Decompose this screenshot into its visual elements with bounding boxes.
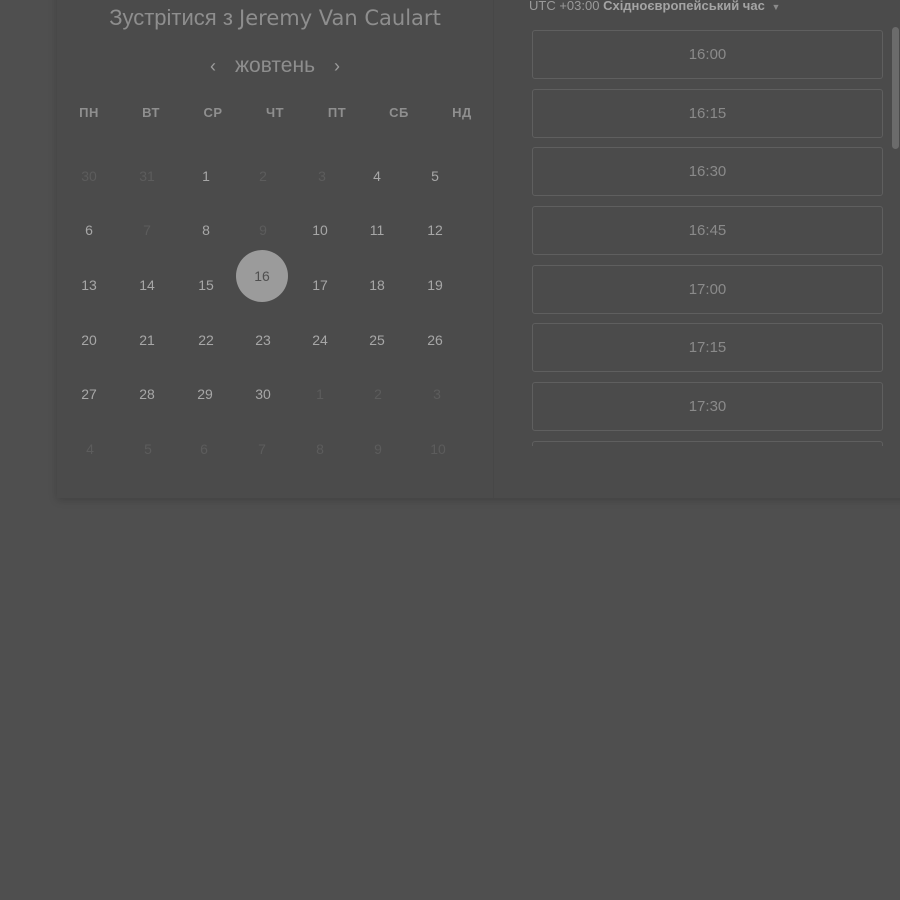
calendar-day[interactable]: 6 bbox=[69, 220, 109, 240]
month-navigation: ‹ жовтень › bbox=[57, 54, 493, 78]
calendar-day: 8 bbox=[316, 441, 324, 457]
booking-panel: Зустрітися з Jeremy Van Caulart ‹ жовтен… bbox=[57, 0, 900, 498]
time-slot[interactable] bbox=[532, 441, 883, 446]
chevron-right-icon[interactable]: › bbox=[325, 56, 349, 77]
weekday-thu: ЧТ bbox=[265, 105, 285, 120]
selected-day[interactable]: 16 bbox=[236, 250, 288, 302]
calendar-day[interactable]: 30 bbox=[243, 384, 283, 404]
calendar-day: 3 bbox=[318, 168, 326, 184]
title-prefix: Зустрітися з bbox=[109, 5, 233, 30]
calendar-day[interactable]: 12 bbox=[415, 220, 455, 240]
timezone-offset: UTC +03:00 bbox=[529, 0, 600, 13]
host-name: Jeremy Van Caulart bbox=[239, 6, 441, 30]
time-slot[interactable]: 16:45 bbox=[532, 206, 883, 255]
time-slot[interactable]: 17:00 bbox=[532, 265, 883, 314]
calendar-day: 2 bbox=[374, 386, 382, 402]
timezone-selector[interactable]: UTC +03:00 Східноєвропейський час ▼ bbox=[529, 0, 780, 13]
timezone-name: Східноєвропейський час bbox=[603, 0, 765, 13]
weekday-tue: ВТ bbox=[142, 105, 160, 120]
calendar-day[interactable]: 21 bbox=[127, 330, 167, 350]
calendar-day: 6 bbox=[200, 441, 208, 457]
calendar-day[interactable]: 1 bbox=[186, 166, 226, 186]
calendar-day[interactable]: 5 bbox=[415, 166, 455, 186]
calendar-day[interactable]: 24 bbox=[300, 330, 340, 350]
calendar-day[interactable]: 17 bbox=[300, 275, 340, 295]
calendar-day: 30 bbox=[81, 168, 97, 184]
calendar-day[interactable]: 13 bbox=[69, 275, 109, 295]
calendar-day[interactable]: 20 bbox=[69, 330, 109, 350]
month-label: жовтень bbox=[234, 54, 316, 77]
chevron-left-icon[interactable]: ‹ bbox=[201, 56, 225, 77]
calendar-day: 7 bbox=[258, 441, 266, 457]
calendar-day[interactable]: 8 bbox=[186, 220, 226, 240]
caret-down-icon: ▼ bbox=[771, 2, 781, 12]
calendar-day[interactable]: 11 bbox=[357, 220, 397, 240]
scrollbar-thumb[interactable] bbox=[892, 27, 899, 149]
calendar-day: 31 bbox=[139, 168, 155, 184]
calendar-day[interactable]: 4 bbox=[357, 166, 397, 186]
time-slot[interactable]: 16:15 bbox=[532, 89, 883, 138]
calendar-day[interactable]: 26 bbox=[415, 330, 455, 350]
calendar-day[interactable]: 15 bbox=[186, 275, 226, 295]
calendar-day: 2 bbox=[259, 168, 267, 184]
calendar-day: 10 bbox=[430, 441, 446, 457]
weekday-fri: ПТ bbox=[327, 105, 347, 120]
calendar-day: 1 bbox=[316, 386, 324, 402]
calendar-day[interactable]: 18 bbox=[357, 275, 397, 295]
pane-divider bbox=[493, 0, 494, 498]
calendar-day: 3 bbox=[433, 386, 441, 402]
weekday-wed: СР bbox=[203, 105, 223, 120]
time-slot-list: 16:00 16:15 16:30 16:45 17:00 17:15 17:3… bbox=[532, 30, 886, 446]
weekday-sat: СБ bbox=[389, 105, 409, 120]
calendar-pane: Зустрітися з Jeremy Van Caulart ‹ жовтен… bbox=[57, 0, 493, 498]
calendar-day[interactable]: 10 bbox=[300, 220, 340, 240]
weekday-mon: ПН bbox=[79, 105, 99, 120]
time-slot[interactable]: 17:30 bbox=[532, 382, 883, 431]
calendar-day[interactable]: 27 bbox=[69, 384, 109, 404]
calendar-day[interactable]: 28 bbox=[127, 384, 167, 404]
calendar-day[interactable]: 19 bbox=[415, 275, 455, 295]
calendar-day[interactable]: 22 bbox=[186, 330, 226, 350]
weekday-sun: НД bbox=[452, 105, 472, 120]
calendar-day[interactable]: 23 bbox=[243, 330, 283, 350]
calendar-day: 9 bbox=[374, 441, 382, 457]
calendar-day: 4 bbox=[86, 441, 94, 457]
time-slot[interactable]: 16:30 bbox=[532, 147, 883, 196]
page-title: Зустрітися з Jeremy Van Caulart bbox=[57, 5, 493, 31]
calendar-day: 9 bbox=[259, 222, 267, 238]
calendar-day[interactable]: 14 bbox=[127, 275, 167, 295]
calendar-day: 5 bbox=[144, 441, 152, 457]
calendar-day[interactable]: 25 bbox=[357, 330, 397, 350]
time-slot[interactable]: 16:00 bbox=[532, 30, 883, 79]
time-slot[interactable]: 17:15 bbox=[532, 323, 883, 372]
calendar-day: 7 bbox=[143, 222, 151, 238]
calendar-day[interactable]: 29 bbox=[185, 384, 225, 404]
